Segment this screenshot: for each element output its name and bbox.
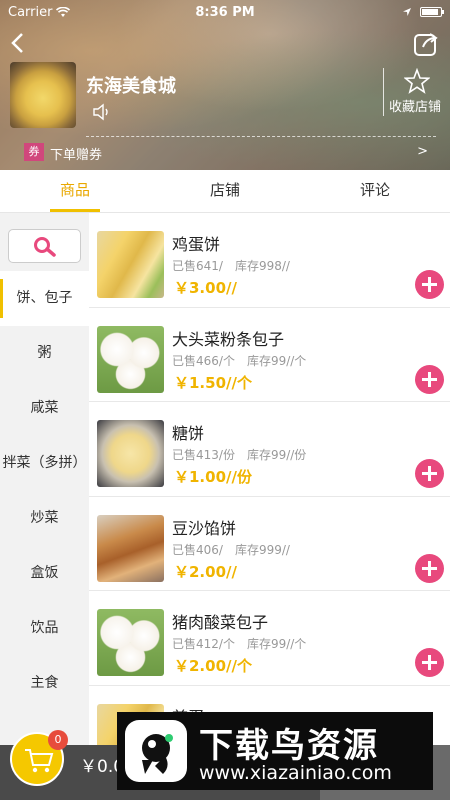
favorite-button[interactable] (403, 67, 431, 94)
tab-bar: 商品 店铺 评论 (0, 170, 450, 213)
category-sidebar: 饼、包子 粥 咸菜 拌菜（多拼） 炒菜 盒饭 饮品 主食 (0, 213, 89, 800)
add-to-cart-button[interactable] (415, 459, 444, 488)
product-sold: 已售413/份 (172, 448, 235, 462)
product-image (97, 514, 164, 582)
back-button[interactable] (8, 30, 32, 58)
product-name: 猪肉酸菜包子 (172, 613, 269, 632)
share-icon (414, 33, 438, 56)
product-meta: 已售466/个 库存99//个 (172, 352, 306, 369)
watermark-title: 下载鸟资源 (199, 726, 379, 766)
product-item[interactable]: 糖饼 已售413/份 库存99//份 ￥1.00//份 (89, 402, 450, 497)
category-item[interactable]: 炒菜 (0, 491, 89, 546)
announcement-button[interactable] (92, 102, 114, 122)
speaker-icon (93, 103, 108, 121)
favorite-label[interactable]: 收藏店铺 (389, 96, 441, 115)
status-bar: Carrier 8:36 PM (0, 0, 450, 24)
product-item[interactable]: 大头菜粉条包子 已售466/个 库存99//个 ￥1.50//个 (89, 308, 450, 402)
coupon-text[interactable]: 下单赠券 (50, 144, 102, 163)
product-item[interactable]: 鸡蛋饼 已售641/库存998// ￥3.00// (89, 213, 450, 308)
watermark-logo (125, 720, 187, 782)
product-name: 糖饼 (172, 424, 205, 443)
product-image (97, 609, 164, 676)
product-stock: 库存99//份 (246, 448, 307, 462)
product-stock: 库存99//个 (246, 353, 307, 368)
watermark: 下载鸟资源 www.xiazainiao.com (117, 712, 433, 790)
product-price: ￥3.00// (174, 279, 237, 297)
watermark-url: www.xiazainiao.com (199, 762, 392, 784)
category-item[interactable]: 粥 (0, 326, 89, 381)
chevron-left-icon (11, 33, 23, 53)
category-item[interactable]: 盒饭 (0, 546, 89, 601)
product-item[interactable]: 豆沙馅饼 已售406/库存999// ￥2.00// (89, 497, 450, 591)
add-to-cart-button[interactable] (415, 270, 444, 299)
add-to-cart-button[interactable] (415, 364, 444, 394)
product-image (97, 420, 164, 487)
add-to-cart-button[interactable] (415, 648, 444, 677)
product-name: 大头菜粉条包子 (172, 329, 285, 349)
tab-reviews[interactable]: 评论 (300, 170, 450, 212)
category-item[interactable]: 饼、包子 (0, 271, 89, 326)
shopping-cart-icon (25, 749, 54, 773)
product-name: 鸡蛋饼 (172, 235, 221, 254)
store-header: Carrier 8:36 PM 东海美食城 收藏店铺 券 下单赠券 > (0, 0, 450, 170)
product-image (97, 325, 164, 393)
store-name: 东海美食城 (86, 76, 176, 97)
product-sold: 已售641/ (172, 259, 223, 273)
divider (86, 136, 436, 137)
product-image (97, 231, 164, 298)
product-price: ￥1.50//个 (174, 373, 252, 392)
product-sold: 已售466/个 (172, 353, 235, 368)
add-to-cart-button[interactable] (415, 553, 444, 583)
product-name: 豆沙馅饼 (172, 518, 237, 538)
product-meta: 已售412/个 库存99//个 (172, 635, 306, 652)
store-logo (10, 62, 76, 128)
product-stock: 库存999// (234, 542, 290, 557)
category-item[interactable]: 饮品 (0, 601, 89, 656)
search-icon (34, 237, 56, 257)
category-item[interactable]: 咸菜 (0, 381, 89, 436)
favorite-divider (383, 68, 384, 116)
tab-store[interactable]: 店铺 (150, 170, 300, 212)
cart-count-badge: 0 (48, 730, 68, 750)
product-price: ￥1.00//份 (174, 468, 252, 486)
product-stock: 库存998// (234, 259, 290, 273)
coupon-arrow[interactable]: > (417, 144, 428, 159)
bird-logo-icon (142, 734, 173, 774)
tab-products[interactable]: 商品 (0, 170, 150, 212)
product-meta: 已售413/份 库存99//份 (172, 446, 306, 463)
product-meta: 已售641/库存998// (172, 257, 290, 274)
product-price: ￥2.00// (174, 562, 237, 581)
category-item[interactable]: 拌菜（多拼） (0, 436, 89, 491)
share-button[interactable] (412, 30, 440, 58)
product-sold: 已售406/ (172, 542, 223, 557)
category-item[interactable]: 主食 (0, 656, 89, 711)
category-list: 饼、包子 粥 咸菜 拌菜（多拼） 炒菜 盒饭 饮品 主食 (0, 271, 89, 711)
star-icon (403, 67, 431, 94)
battery-icon (420, 7, 444, 17)
product-price: ￥2.00//个 (174, 657, 252, 675)
product-sold: 已售412/个 (172, 637, 235, 651)
status-time: 8:36 PM (195, 4, 255, 20)
product-item[interactable]: 猪肉酸菜包子 已售412/个 库存99//个 ￥2.00//个 (89, 591, 450, 686)
product-meta: 已售406/库存999// (172, 541, 290, 558)
product-stock: 库存99//个 (246, 637, 307, 651)
coupon-badge: 券 (24, 143, 44, 161)
search-button[interactable] (8, 229, 81, 263)
